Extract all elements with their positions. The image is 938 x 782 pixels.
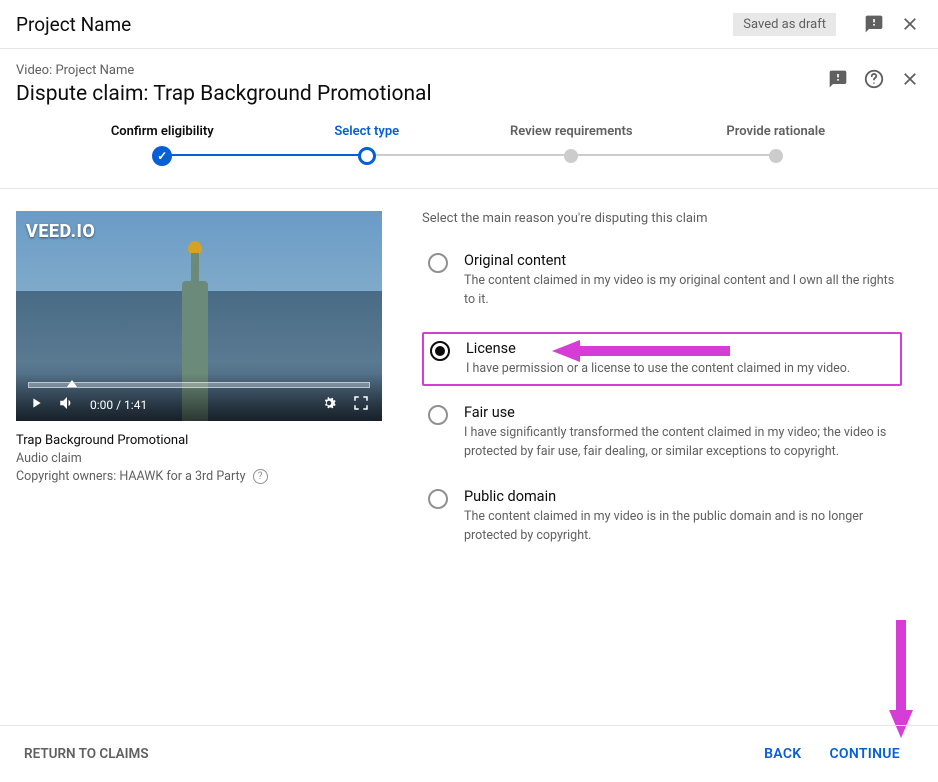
back-button[interactable]: BACK [750,738,815,770]
project-title: Project Name [16,13,733,36]
top-bar: Project Name Saved as draft [0,0,938,49]
play-icon[interactable] [28,395,44,414]
step-provide-rationale: Provide rationale [674,124,879,163]
step-review-requirements: Review requirements [469,124,674,163]
continue-button[interactable]: CONTINUE [815,738,914,770]
feedback-icon[interactable] [862,12,886,36]
return-to-claims-button[interactable]: RETURN TO CLAIMS [24,746,149,762]
saved-badge: Saved as draft [733,13,836,36]
option-public-domain[interactable]: Public domain The content claimed in my … [422,484,902,550]
option-desc: The content claimed in my video is in th… [464,508,896,546]
step-circle-active-icon [358,147,376,165]
video-time: 0:00 / 1:41 [90,398,147,412]
option-license[interactable]: License I have permission or a license t… [422,332,902,387]
breadcrumb: Video: Project Name [16,63,814,78]
claim-type: Audio claim [16,451,382,466]
content: VEED.IO 0:00 / 1:41 Trap Background Prom… [0,189,938,567]
radio-icon[interactable] [428,489,448,509]
step-label: Provide rationale [726,124,825,139]
close-icon[interactable] [898,12,922,36]
video-controls: 0:00 / 1:41 [16,373,382,421]
step-select-type[interactable]: Select type [265,124,470,165]
radio-icon[interactable] [428,253,448,273]
help-icon[interactable]: ? [253,469,268,484]
option-desc: I have significantly transformed the con… [464,424,896,462]
reasons-column: Select the main reason you're disputing … [422,211,922,567]
option-desc: The content claimed in my video is my or… [464,272,896,310]
video-column: VEED.IO 0:00 / 1:41 Trap Background Prom… [16,211,382,567]
step-label: Review requirements [510,124,633,139]
step-label: Select type [334,124,399,139]
reasons-prompt: Select the main reason you're disputing … [422,211,902,226]
footer: RETURN TO CLAIMS BACK CONTINUE [0,725,938,782]
video-progress-bar[interactable] [28,382,370,388]
radio-icon[interactable] [428,405,448,425]
step-circle-icon [769,149,783,163]
close-icon[interactable] [898,67,922,91]
option-title: Public domain [464,488,896,505]
feedback-icon[interactable] [826,67,850,91]
step-line [162,154,367,156]
radio-icon[interactable] [430,341,450,361]
page-title: Dispute claim: Trap Background Promotion… [16,82,814,106]
copyright-owners: Copyright owners: HAAWK for a 3rd Party … [16,469,382,484]
step-line [571,154,776,156]
sub-header: Video: Project Name Dispute claim: Trap … [0,49,938,106]
video-player[interactable]: VEED.IO 0:00 / 1:41 [16,211,382,421]
step-confirm-eligibility[interactable]: Confirm eligibility [60,124,265,166]
annotation-arrow-icon [550,338,730,364]
stepper: Confirm eligibility Select type Review r… [0,106,938,189]
step-circle-done-icon [152,146,172,166]
video-watermark: VEED.IO [26,221,95,242]
video-title: Trap Background Promotional [16,433,382,448]
step-circle-icon [564,149,578,163]
fullscreen-icon[interactable] [352,394,370,415]
option-original-content[interactable]: Original content The content claimed in … [422,248,902,314]
option-title: Original content [464,252,896,269]
option-title: Fair use [464,404,896,421]
progress-knob-icon[interactable] [67,380,77,387]
volume-icon[interactable] [58,394,76,415]
step-line [367,154,572,156]
settings-icon[interactable] [320,394,338,415]
step-label: Confirm eligibility [111,124,214,139]
option-fair-use[interactable]: Fair use I have significantly transforme… [422,400,902,466]
help-icon[interactable] [862,67,886,91]
annotation-arrow-icon [886,620,916,738]
